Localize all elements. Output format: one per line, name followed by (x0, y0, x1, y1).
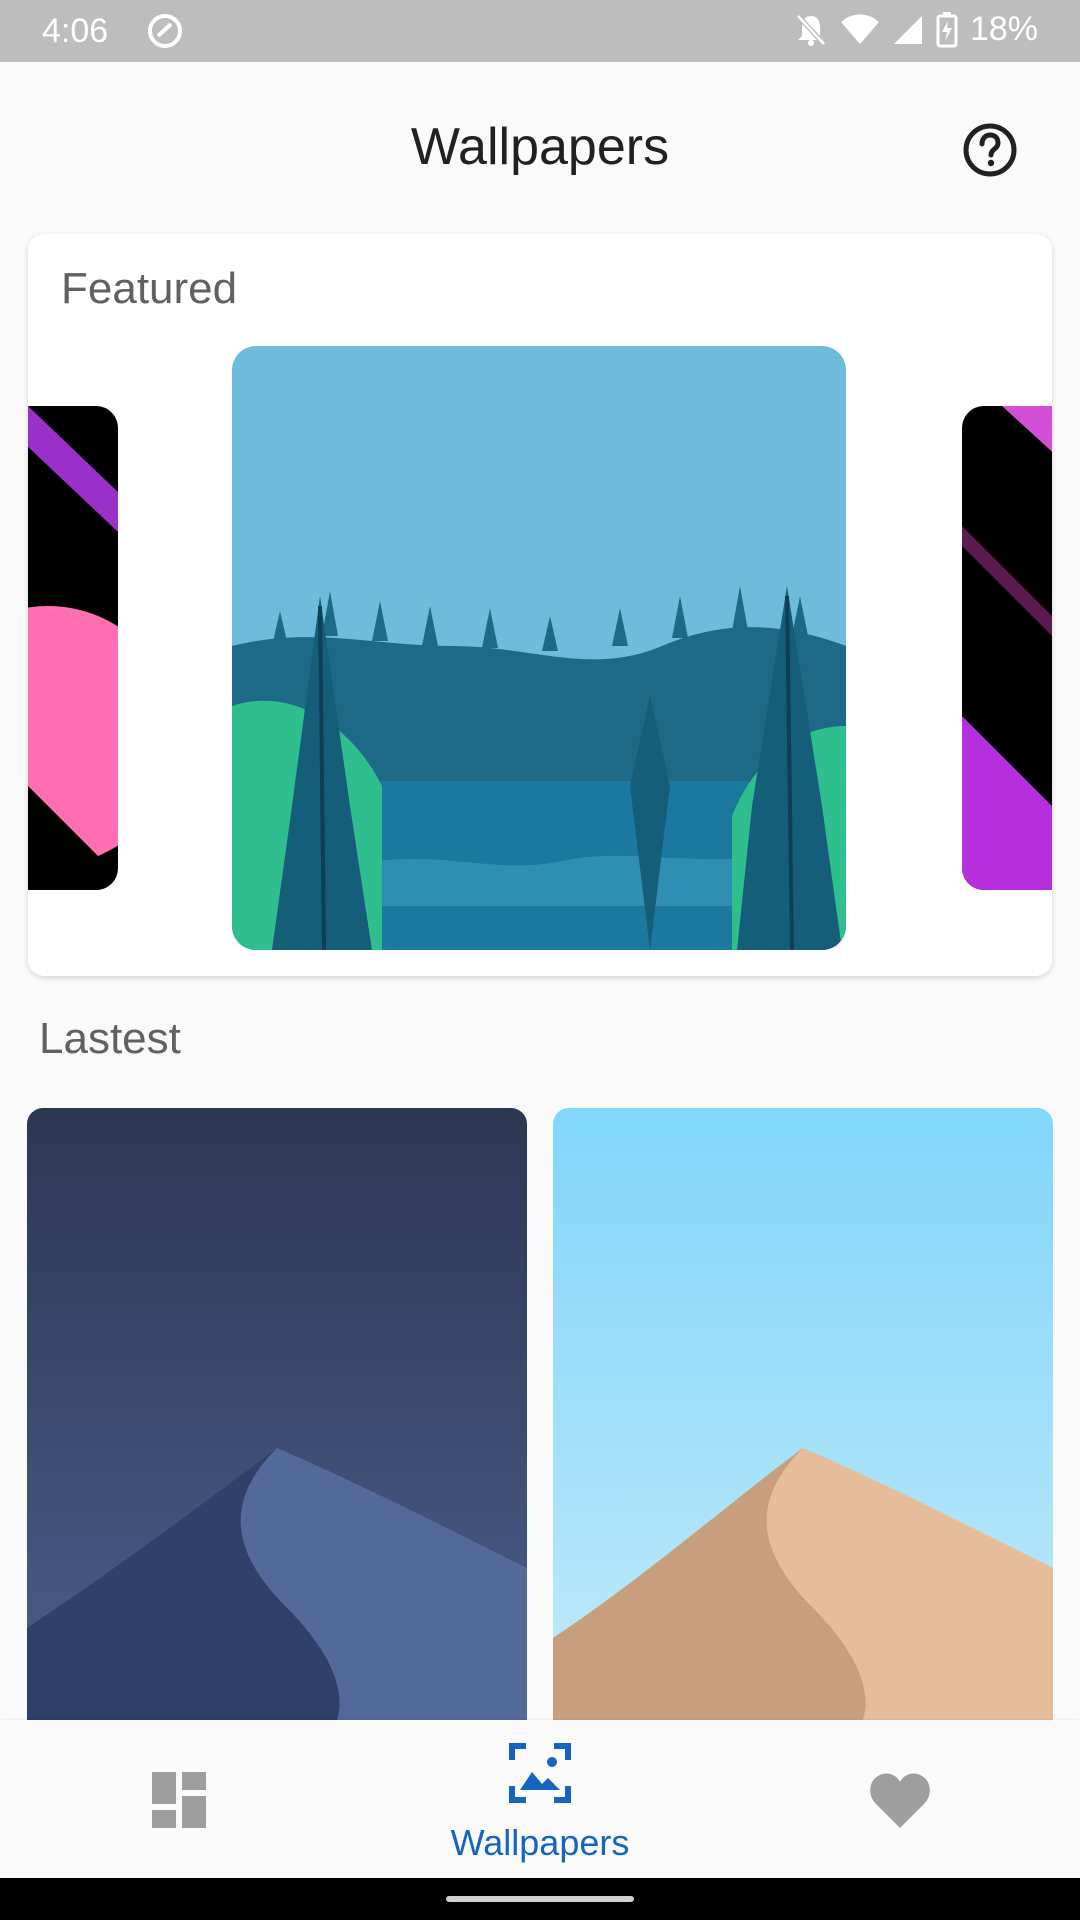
at-sign-icon (146, 12, 186, 52)
help-circle-icon (963, 123, 1017, 177)
status-icons: 18% (794, 10, 1038, 49)
latest-item-sand-dune[interactable] (553, 1108, 1053, 1720)
help-button[interactable] (960, 120, 1020, 180)
signal-icon (892, 14, 924, 46)
featured-card: Featured (28, 234, 1052, 976)
featured-item-forest-lake[interactable] (232, 346, 846, 950)
latest-title: Lastest (39, 1014, 181, 1063)
nav-item-dashboard[interactable] (140, 1720, 220, 1878)
latest-item-navy-dune[interactable] (27, 1108, 527, 1720)
home-gesture-handle[interactable] (446, 1896, 634, 1902)
wifi-icon (840, 14, 880, 46)
status-bar: 4:06 18% (0, 0, 1080, 62)
battery-charging-icon (936, 11, 958, 48)
page-title: Wallpapers (410, 118, 670, 176)
nav-item-favorites[interactable] (860, 1720, 940, 1878)
wallpaper-icon (509, 1743, 571, 1803)
dashboard-icon (152, 1772, 206, 1828)
notifications-off-icon (794, 12, 828, 48)
app-header: Wallpapers (0, 62, 1080, 234)
featured-item-black-pink-purple[interactable] (28, 406, 118, 890)
heart-icon (870, 1773, 930, 1828)
system-gesture-bar (0, 1878, 1080, 1920)
nav-label-wallpapers: Wallpapers (450, 1822, 630, 1863)
status-time: 4:06 (42, 12, 109, 50)
featured-item-black-magenta[interactable] (962, 406, 1052, 890)
bottom-navigation: Wallpapers (0, 1720, 1080, 1878)
featured-title: Featured (61, 264, 238, 313)
battery-percent: 18% (969, 10, 1038, 48)
nav-item-wallpapers[interactable]: Wallpapers (410, 1720, 670, 1878)
